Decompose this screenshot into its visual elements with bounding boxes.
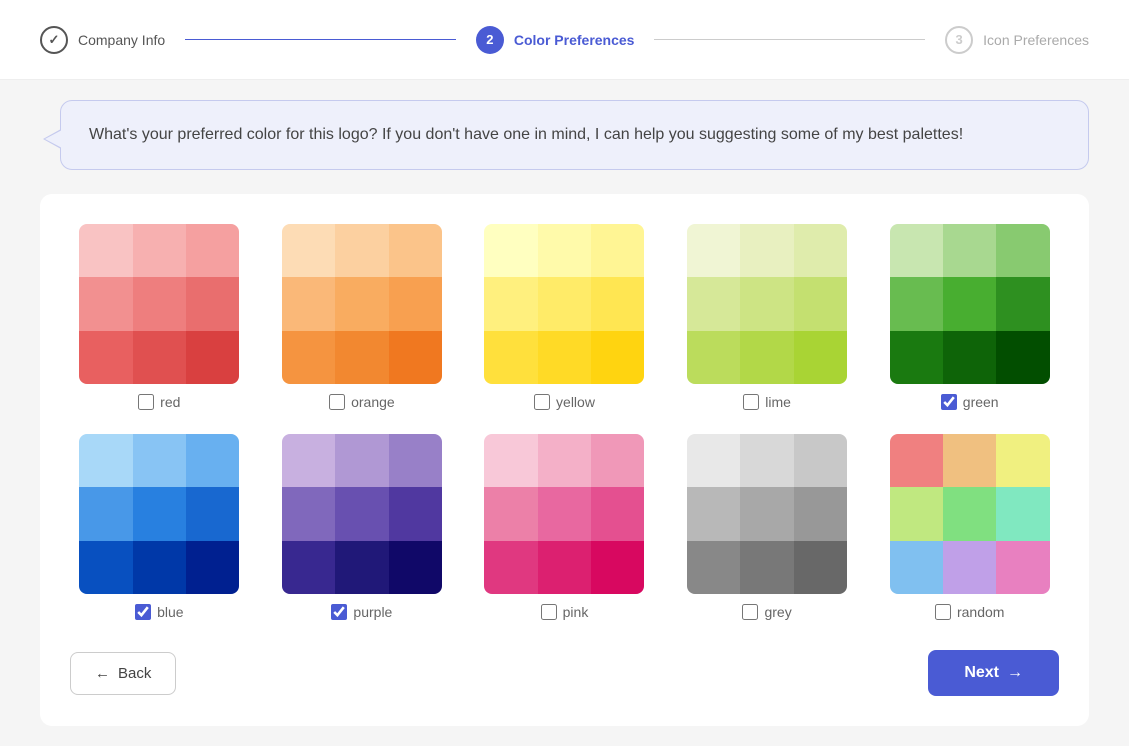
color-label-yellow[interactable]: yellow	[534, 394, 595, 410]
stepper: ✓ Company Info 2 Color Preferences 3 Ico…	[0, 0, 1129, 80]
color-label-green[interactable]: green	[941, 394, 999, 410]
color-item-red: red	[70, 224, 249, 410]
color-checkbox-pink[interactable]	[541, 604, 557, 620]
color-swatch-purple[interactable]	[282, 434, 442, 594]
color-label-blue[interactable]: blue	[135, 604, 183, 620]
chat-message: What's your preferred color for this log…	[89, 123, 1060, 147]
back-button[interactable]: ← Back	[70, 652, 176, 695]
color-swatch-green[interactable]	[890, 224, 1050, 384]
color-swatch-pink[interactable]	[484, 434, 644, 594]
step-label-color-preferences: Color Preferences	[514, 32, 635, 48]
step-circle-color-preferences: 2	[476, 26, 504, 54]
back-label: Back	[118, 665, 151, 682]
color-swatch-orange[interactable]	[282, 224, 442, 384]
color-checkbox-grey[interactable]	[742, 604, 758, 620]
next-arrow-icon: →	[1007, 664, 1023, 682]
color-name-green: green	[963, 394, 999, 410]
color-checkbox-green[interactable]	[941, 394, 957, 410]
color-label-orange[interactable]: orange	[329, 394, 395, 410]
back-arrow-icon: ←	[95, 665, 110, 682]
color-item-green: green	[880, 224, 1059, 410]
step-label-company-info: Company Info	[78, 32, 165, 48]
step-circle-company-info: ✓	[40, 26, 68, 54]
color-name-random: random	[957, 604, 1004, 620]
color-checkbox-yellow[interactable]	[534, 394, 550, 410]
step-line-1	[185, 39, 456, 40]
color-label-purple[interactable]: purple	[331, 604, 392, 620]
color-swatch-blue[interactable]	[79, 434, 239, 594]
color-item-blue: blue	[70, 434, 249, 620]
color-swatch-random[interactable]	[890, 434, 1050, 594]
next-label: Next	[964, 664, 999, 682]
step-color-preferences: 2 Color Preferences	[476, 26, 635, 54]
color-name-blue: blue	[157, 604, 183, 620]
color-checkbox-purple[interactable]	[331, 604, 347, 620]
chat-bubble: What's your preferred color for this log…	[60, 100, 1089, 170]
color-item-pink: pink	[475, 434, 654, 620]
color-name-yellow: yellow	[556, 394, 595, 410]
color-label-red[interactable]: red	[138, 394, 180, 410]
color-name-red: red	[160, 394, 180, 410]
bottom-bar: ← Back Next →	[70, 650, 1059, 696]
step-circle-icon-preferences: 3	[945, 26, 973, 54]
color-checkbox-random[interactable]	[935, 604, 951, 620]
color-label-grey[interactable]: grey	[742, 604, 791, 620]
color-checkbox-orange[interactable]	[329, 394, 345, 410]
color-name-orange: orange	[351, 394, 395, 410]
color-item-grey: grey	[678, 434, 857, 620]
color-name-purple: purple	[353, 604, 392, 620]
step-label-icon-preferences: Icon Preferences	[983, 32, 1089, 48]
color-item-random: random	[880, 434, 1059, 620]
color-label-lime[interactable]: lime	[743, 394, 791, 410]
color-item-purple: purple	[273, 434, 452, 620]
color-item-lime: lime	[678, 224, 857, 410]
color-checkbox-lime[interactable]	[743, 394, 759, 410]
color-grid-container: red orange yellow lime green blue purple pink gr…	[40, 194, 1089, 726]
step-line-2	[654, 39, 925, 40]
color-item-yellow: yellow	[475, 224, 654, 410]
color-label-pink[interactable]: pink	[541, 604, 589, 620]
step-company-info: ✓ Company Info	[40, 26, 165, 54]
next-button[interactable]: Next →	[928, 650, 1059, 696]
color-name-pink: pink	[563, 604, 589, 620]
color-name-lime: lime	[765, 394, 791, 410]
main-content: What's your preferred color for this log…	[0, 80, 1129, 746]
color-checkbox-red[interactable]	[138, 394, 154, 410]
color-checkbox-blue[interactable]	[135, 604, 151, 620]
color-swatch-red[interactable]	[79, 224, 239, 384]
color-swatch-yellow[interactable]	[484, 224, 644, 384]
step-icon-preferences: 3 Icon Preferences	[945, 26, 1089, 54]
color-swatch-lime[interactable]	[687, 224, 847, 384]
color-item-orange: orange	[273, 224, 452, 410]
color-label-random[interactable]: random	[935, 604, 1004, 620]
color-grid: red orange yellow lime green blue purple pink gr…	[70, 224, 1059, 620]
color-swatch-grey[interactable]	[687, 434, 847, 594]
color-name-grey: grey	[764, 604, 791, 620]
